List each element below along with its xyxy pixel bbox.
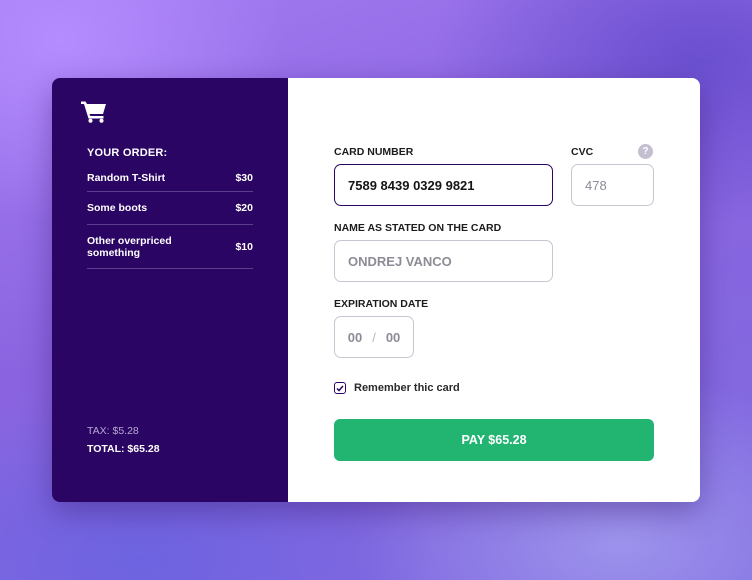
payment-form: CARD NUMBER 7589 8439 0329 9821 CVC ? 47… bbox=[288, 78, 700, 502]
expiration-year[interactable]: 00 bbox=[386, 330, 400, 345]
list-item: Some boots $20 bbox=[87, 192, 253, 225]
total-amount: TOTAL: $65.28 bbox=[87, 443, 160, 455]
expiration-date-input[interactable]: 00 / 00 bbox=[334, 316, 414, 358]
item-price: $20 bbox=[235, 202, 253, 214]
remember-checkbox[interactable] bbox=[334, 382, 346, 394]
remember-card-option[interactable]: Remember thic card bbox=[334, 382, 460, 394]
card-number-label: CARD NUMBER bbox=[334, 146, 414, 158]
cvc-input[interactable]: 478 bbox=[571, 164, 654, 206]
expiration-separator: / bbox=[372, 329, 376, 345]
check-icon bbox=[336, 385, 344, 392]
order-title: YOUR ORDER: bbox=[87, 147, 168, 159]
question-icon[interactable]: ? bbox=[638, 144, 653, 159]
cvc-label: CVC bbox=[571, 146, 594, 158]
card-number-input[interactable]: 7589 8439 0329 9821 bbox=[334, 164, 553, 206]
item-price: $30 bbox=[235, 172, 253, 184]
order-items-list: Random T-Shirt $30 Some boots $20 Other … bbox=[87, 165, 253, 269]
remember-label: Remember thic card bbox=[354, 382, 460, 394]
item-price: $10 bbox=[235, 240, 253, 253]
item-name: Some boots bbox=[87, 202, 148, 214]
list-item: Random T-Shirt $30 bbox=[87, 165, 253, 192]
item-name: Random T-Shirt bbox=[87, 172, 166, 184]
expiration-month[interactable]: 00 bbox=[348, 330, 362, 345]
name-label: NAME AS STATED ON THE CARD bbox=[334, 222, 502, 234]
order-summary-panel: YOUR ORDER: Random T-Shirt $30 Some boot… bbox=[52, 78, 288, 502]
pay-button[interactable]: PAY $65.28 bbox=[334, 419, 654, 461]
tax-amount: TAX: $5.28 bbox=[87, 425, 139, 437]
shopping-cart-icon bbox=[81, 101, 106, 123]
item-name: Other overpriced something bbox=[87, 234, 172, 259]
expiration-label: EXPIRATION DATE bbox=[334, 298, 429, 310]
cardholder-name-input[interactable]: ONDREJ VANCO bbox=[334, 240, 553, 282]
checkout-card: YOUR ORDER: Random T-Shirt $30 Some boot… bbox=[52, 78, 700, 502]
list-item: Other overpriced something $10 bbox=[87, 225, 253, 269]
